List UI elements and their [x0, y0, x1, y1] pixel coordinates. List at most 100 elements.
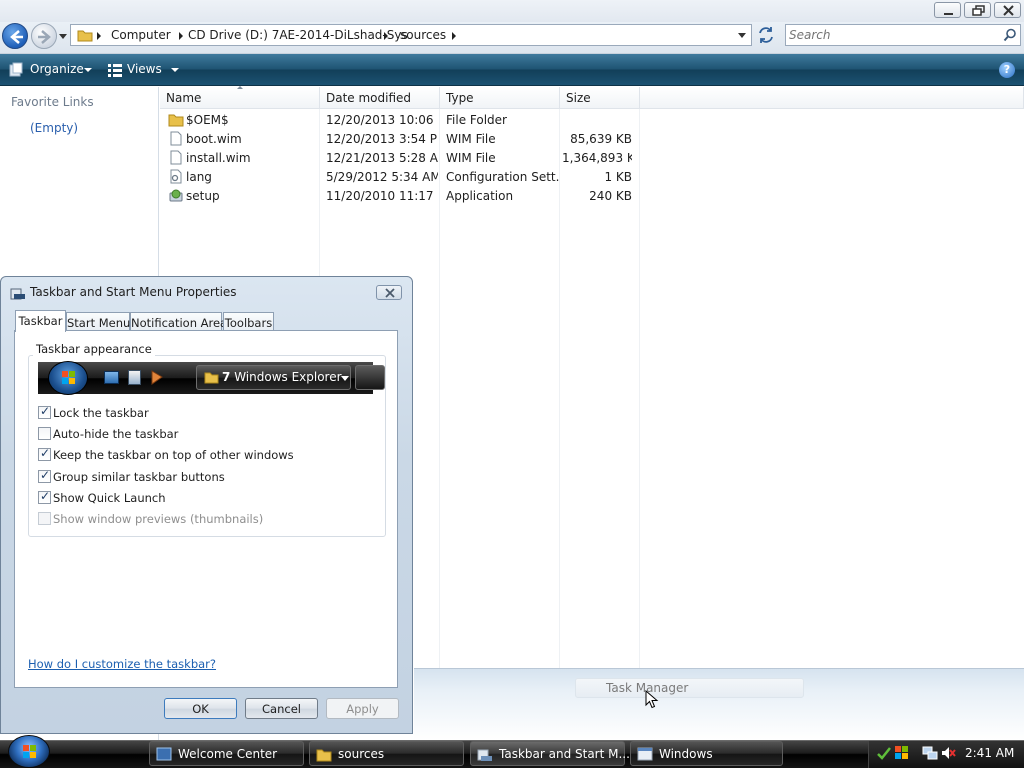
- help-icon[interactable]: ?: [999, 62, 1015, 78]
- file-row[interactable]: install.wim 12/21/2013 5:28 AM WIM File …: [160, 148, 640, 167]
- file-icon: [170, 131, 182, 146]
- taskbar-properties-icon: [10, 288, 25, 300]
- chevron-down-icon: [341, 376, 349, 381]
- file-icon: [170, 150, 182, 165]
- volume-muted-icon[interactable]: [940, 745, 956, 761]
- folder-icon: [316, 749, 332, 762]
- tab-start-menu[interactable]: Start Menu: [66, 312, 130, 332]
- windows-logo-icon: [62, 371, 75, 384]
- taskbar-appearance-label: Taskbar appearance: [33, 342, 155, 356]
- file-size: 85,639 KB: [570, 132, 632, 146]
- column-header-filler: [640, 87, 1024, 109]
- breadcrumb-sources[interactable]: sources: [400, 28, 446, 42]
- taskbar-button-taskbar-properties[interactable]: Taskbar and Start M...: [470, 741, 630, 766]
- taskbar-button-welcome-center[interactable]: Welcome Center: [149, 741, 304, 766]
- quick-launch-checkbox[interactable]: [38, 489, 51, 504]
- file-date: 11/20/2010 11:17 ...: [326, 189, 438, 203]
- file-date: 12/20/2013 3:54 PM: [326, 132, 438, 146]
- file-row[interactable]: $OEM$ 12/20/2013 10:06 ... File Folder: [160, 110, 640, 129]
- keep-on-top-checkbox[interactable]: [38, 446, 51, 461]
- recent-pages-dropdown-icon[interactable]: [58, 31, 68, 41]
- taskbar-button-label: Taskbar and Start M...: [499, 747, 630, 761]
- column-header-size[interactable]: Size: [560, 87, 640, 109]
- restore-button[interactable]: [964, 2, 991, 18]
- file-type: File Folder: [446, 113, 507, 127]
- breadcrumb-computer[interactable]: Computer: [111, 28, 171, 42]
- keep-on-top-label[interactable]: Keep the taskbar on top of other windows: [53, 448, 294, 462]
- switch-windows-icon: [128, 370, 141, 385]
- taskbar-button-label: Windows: [659, 747, 713, 761]
- tab-taskbar[interactable]: Taskbar: [15, 310, 66, 332]
- back-arrow-icon: [10, 30, 23, 44]
- start-button[interactable]: [8, 735, 50, 768]
- tab-notification-area[interactable]: Notification Area: [130, 312, 227, 332]
- window-previews-checkbox: [38, 512, 51, 525]
- apply-button: Apply: [326, 698, 399, 719]
- customize-taskbar-help-link[interactable]: How do I customize the taskbar?: [28, 657, 216, 671]
- minimize-icon: [944, 13, 953, 15]
- group-buttons-label[interactable]: Group similar taskbar buttons: [53, 470, 225, 484]
- restore-icon: [972, 5, 985, 16]
- breadcrumb-separator-icon: [179, 32, 183, 40]
- auto-hide-label[interactable]: Auto-hide the taskbar: [53, 427, 178, 441]
- column-header-date-modified[interactable]: Date modified: [320, 87, 440, 109]
- file-type: WIM File: [446, 151, 496, 165]
- back-button[interactable]: [2, 23, 28, 49]
- dialog-close-button[interactable]: [376, 285, 402, 300]
- setup-app-icon: [169, 189, 183, 202]
- forward-button[interactable]: [31, 23, 57, 49]
- file-size: 1,364,893 KB: [562, 151, 632, 165]
- security-center-icon[interactable]: [894, 745, 910, 761]
- dialog-title: Taskbar and Start Menu Properties: [30, 285, 237, 299]
- tab-toolbars[interactable]: Toolbars: [223, 312, 274, 332]
- lock-taskbar-checkbox[interactable]: [38, 404, 51, 419]
- file-type: Application: [446, 189, 514, 203]
- file-size: 1 KB: [604, 170, 632, 184]
- preview-button-label: 7 Windows Explorer: [222, 370, 342, 384]
- file-type: Configuration Sett...: [446, 170, 560, 184]
- window-previews-label: Show window previews (thumbnails): [53, 512, 264, 526]
- organize-button[interactable]: Organize: [30, 62, 84, 76]
- close-icon: [1003, 5, 1014, 16]
- sort-ascending-icon: [237, 86, 243, 89]
- file-size: 240 KB: [589, 189, 632, 203]
- ok-button[interactable]: OK: [164, 698, 237, 719]
- cancel-button[interactable]: Cancel: [245, 698, 318, 719]
- show-desktop-icon: [104, 371, 119, 384]
- system-clock[interactable]: 2:41 AM: [965, 746, 1014, 760]
- close-button[interactable]: [994, 2, 1021, 18]
- explorer-title-bar[interactable]: [0, 0, 1024, 22]
- search-icon[interactable]: [1003, 28, 1017, 42]
- file-row[interactable]: boot.wim 12/20/2013 3:54 PM WIM File 85,…: [160, 129, 640, 148]
- auto-hide-checkbox[interactable]: [38, 427, 51, 440]
- address-bar[interactable]: Computer CD Drive (D:) 7AE-2014-DiLshad-…: [70, 24, 752, 46]
- refresh-icon[interactable]: [755, 25, 777, 45]
- column-header-type[interactable]: Type: [440, 87, 560, 109]
- views-button[interactable]: Views: [127, 62, 162, 76]
- search-box[interactable]: [785, 24, 1021, 46]
- lock-taskbar-label[interactable]: Lock the taskbar: [53, 406, 149, 420]
- breadcrumb-cd-drive[interactable]: CD Drive (D:) 7AE-2014-DiLshad-Sys: [188, 28, 408, 42]
- group-buttons-checkbox[interactable]: [38, 468, 51, 483]
- file-row[interactable]: setup 11/20/2010 11:17 ... Application 2…: [160, 186, 640, 205]
- taskbar-button-windows[interactable]: Windows: [630, 741, 783, 766]
- search-input[interactable]: [789, 27, 999, 43]
- file-type: WIM File: [446, 132, 496, 146]
- folder-icon: [168, 114, 184, 127]
- media-player-icon: [151, 370, 163, 385]
- quick-launch-label[interactable]: Show Quick Launch: [53, 491, 166, 505]
- file-name: setup: [186, 189, 220, 203]
- organize-icon: [9, 62, 23, 77]
- address-dropdown-icon[interactable]: [738, 33, 746, 38]
- file-row[interactable]: lang 5/29/2012 5:34 AM Configuration Set…: [160, 167, 640, 186]
- minimize-button[interactable]: [934, 2, 961, 18]
- breadcrumb-separator-icon: [452, 32, 456, 40]
- column-header-name[interactable]: Name: [160, 87, 320, 109]
- preview-second-button: [355, 365, 385, 390]
- network-icon[interactable]: [922, 745, 938, 761]
- taskbar-button-sources[interactable]: sources: [309, 741, 464, 766]
- security-check-icon[interactable]: [876, 745, 892, 761]
- windows-logo-icon: [23, 745, 36, 758]
- file-date: 12/20/2013 10:06 ...: [326, 113, 438, 127]
- file-date: 12/21/2013 5:28 AM: [326, 151, 438, 165]
